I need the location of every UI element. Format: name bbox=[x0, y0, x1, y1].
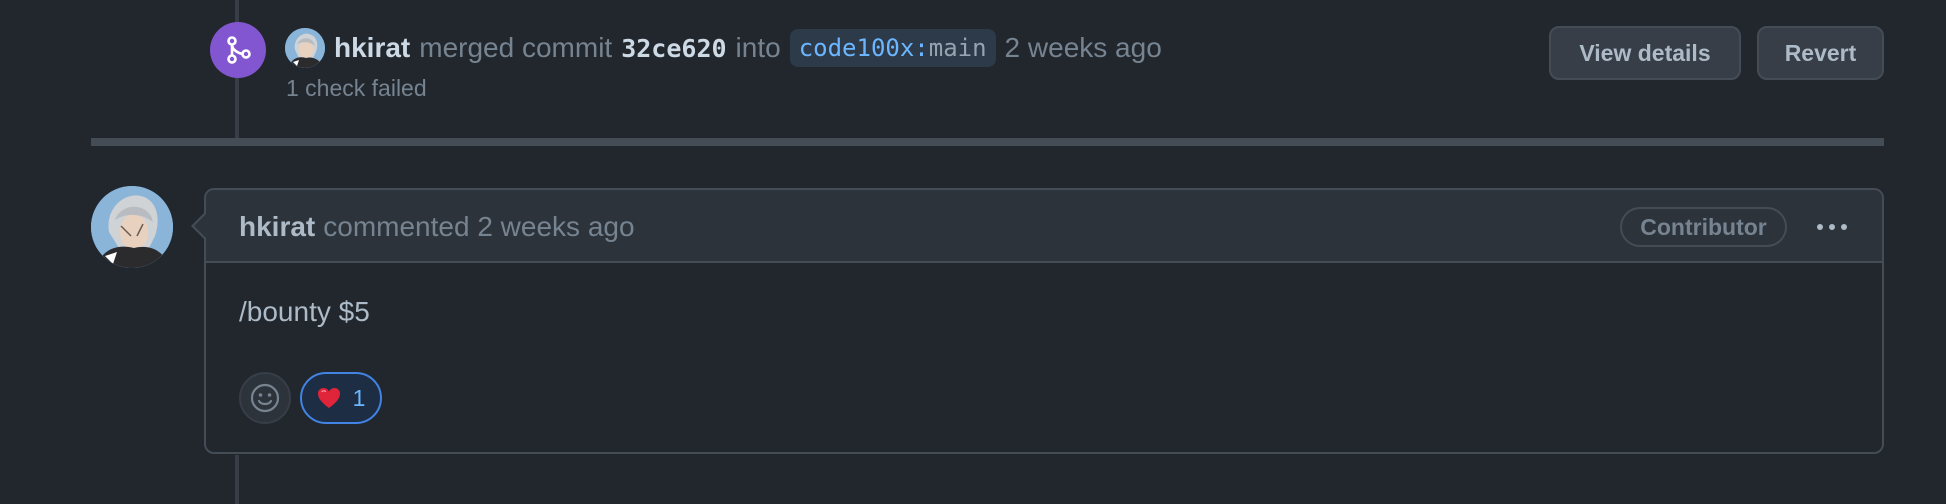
comment-action-text: commented bbox=[323, 210, 470, 242]
smiley-icon bbox=[250, 383, 280, 413]
comment-body: /bounty $5 bbox=[239, 296, 370, 327]
view-details-button[interactable]: View details bbox=[1549, 26, 1741, 80]
branch-name: main bbox=[928, 34, 987, 62]
avatar[interactable] bbox=[285, 28, 325, 68]
avatar-image bbox=[285, 28, 325, 68]
check-status-text[interactable]: 1 check failed bbox=[286, 75, 427, 102]
kebab-dot bbox=[1841, 224, 1847, 230]
merge-action-text: merged commit bbox=[419, 32, 613, 63]
reaction-count: 1 bbox=[352, 384, 366, 411]
comment-options-button[interactable] bbox=[1806, 208, 1858, 246]
revert-button[interactable]: Revert bbox=[1757, 26, 1884, 80]
timeline-line bbox=[235, 455, 239, 504]
comment-meta: hkirat commented 2 weeks ago bbox=[239, 190, 635, 263]
kebab-dot bbox=[1817, 224, 1823, 230]
git-merge-icon bbox=[227, 36, 251, 64]
comment-caret-fill bbox=[194, 214, 206, 238]
branch-label[interactable]: code100x:main bbox=[789, 29, 996, 67]
comment-card: hkirat commented 2 weeks ago Contributor… bbox=[204, 188, 1884, 454]
merge-time-link[interactable]: 2 weeks ago bbox=[1005, 32, 1162, 64]
branch-separator: : bbox=[914, 34, 929, 62]
commit-sha-link[interactable]: 32ce620 bbox=[621, 34, 726, 63]
merge-event-badge bbox=[210, 22, 266, 78]
comment-author-avatar[interactable] bbox=[91, 186, 173, 268]
comment-header: hkirat commented 2 weeks ago Contributor bbox=[206, 190, 1882, 263]
avatar-image bbox=[91, 186, 173, 268]
timeline-separator bbox=[91, 138, 1884, 146]
into-text: into bbox=[735, 32, 781, 63]
merge-author-link[interactable]: hkirat bbox=[334, 32, 410, 64]
merge-event-text: hkirat merged commit 32ce620 into code10… bbox=[334, 28, 1162, 68]
heart-icon bbox=[317, 388, 340, 408]
comment-time-link[interactable]: 2 weeks ago bbox=[477, 211, 634, 243]
kebab-dot bbox=[1829, 224, 1835, 230]
contributor-badge: Contributor bbox=[1620, 207, 1787, 247]
timeline: hkirat merged commit 32ce620 into code10… bbox=[0, 0, 1946, 504]
heart-reaction-button[interactable]: 1 bbox=[300, 372, 382, 424]
comment-author-link[interactable]: hkirat bbox=[239, 211, 315, 243]
branch-repo: code100x bbox=[798, 34, 915, 62]
add-reaction-button[interactable] bbox=[239, 372, 291, 424]
